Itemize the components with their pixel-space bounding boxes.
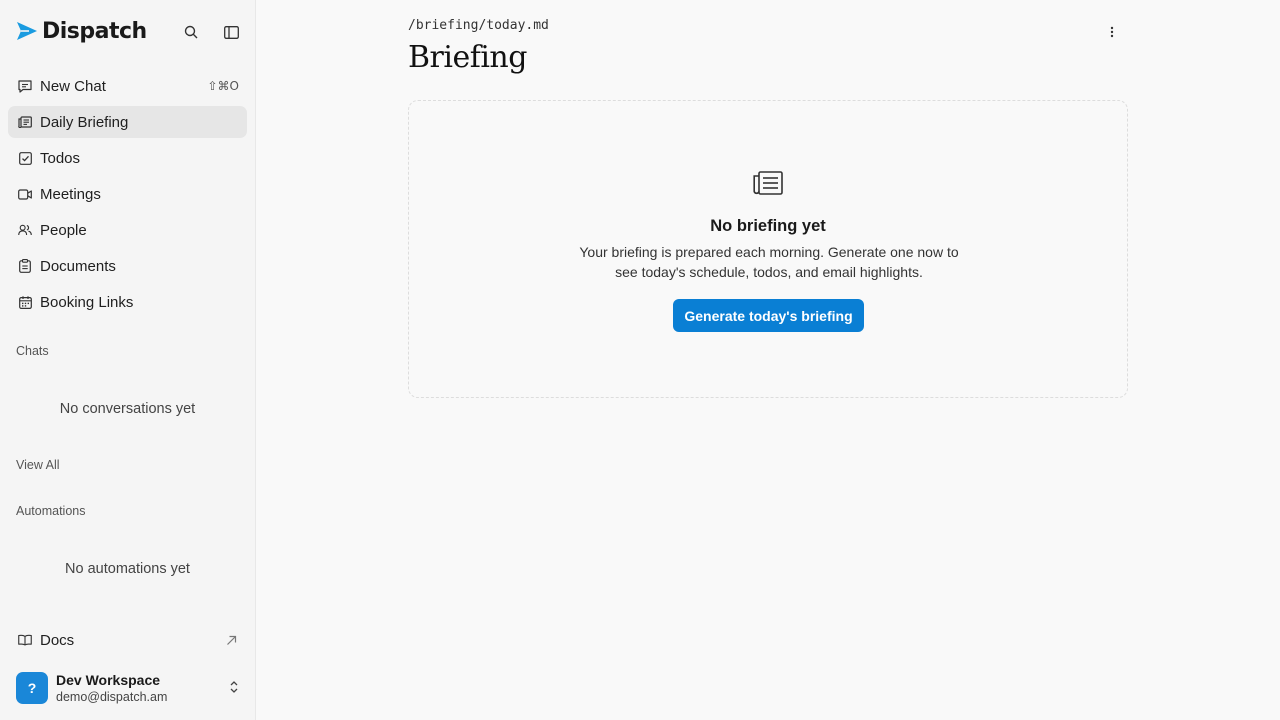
sidebar-toggle-icon[interactable] [221, 22, 241, 42]
more-options-icon[interactable] [1104, 24, 1120, 40]
workspace-name: Dev Workspace [56, 671, 161, 688]
people-icon [18, 223, 32, 237]
sidebar-item-meetings[interactable]: Meetings [8, 178, 247, 210]
automations-empty-message: No automations yet [65, 561, 190, 577]
sidebar-item-documents[interactable]: Documents [8, 250, 247, 282]
chats-section-label: Chats [16, 344, 49, 358]
workspace-switcher[interactable]: ? Dev Workspace demo@dispatch.am [16, 671, 247, 705]
external-link-icon [226, 633, 237, 651]
sidebar-item-daily-briefing[interactable]: Daily Briefing [8, 106, 247, 138]
sidebar-item-label: Booking Links [40, 293, 134, 311]
new-chat-shortcut: ⇧⌘O [207, 79, 240, 93]
calendar-icon [18, 295, 32, 309]
sidebar-item-booking-links[interactable]: Booking Links [8, 286, 247, 318]
sidebar-item-docs[interactable]: Docs [8, 626, 247, 654]
sidebar-item-new-chat[interactable]: New Chat ⇧⌘O [8, 70, 247, 102]
brand-logo[interactable]: Dispatch [16, 16, 147, 46]
sidebar-item-label: Meetings [40, 185, 101, 203]
sidebar-item-todos[interactable]: Todos [8, 142, 247, 174]
empty-state-description: Your briefing is prepared each morning. … [579, 244, 959, 280]
sidebar-item-label: Daily Briefing [40, 113, 129, 131]
generate-briefing-button[interactable]: Generate today's briefing [673, 299, 864, 332]
empty-state-heading: No briefing yet [710, 217, 826, 235]
book-icon [18, 633, 32, 647]
sidebar-item-label: Documents [40, 257, 116, 275]
sidebar-item-people[interactable]: People [8, 214, 247, 246]
checkbox-icon [18, 151, 32, 165]
view-all-link[interactable]: View All [16, 458, 60, 472]
automations-section-label: Automations [16, 504, 86, 518]
sidebar-item-label: People [40, 221, 87, 239]
page-title: Briefing [408, 40, 527, 75]
empty-briefing-card: No briefing yet Your briefing is prepare… [408, 100, 1128, 398]
video-icon [18, 187, 32, 201]
workspace-avatar: ? [16, 672, 48, 704]
docs-label: Docs [40, 631, 75, 649]
sidebar-nav: New Chat ⇧⌘O Daily Briefing Todos Meetin… [8, 70, 247, 322]
brand-name: Dispatch [42, 18, 147, 44]
chat-icon [18, 79, 32, 93]
workspace-email: demo@dispatch.am [56, 689, 168, 704]
sidebar-item-label: Todos [40, 149, 81, 167]
chevron-up-down-icon [229, 679, 239, 700]
sidebar-item-label: New Chat [40, 77, 106, 95]
sidebar: Dispatch New Chat ⇧⌘O Daily Briefing Tod… [0, 0, 256, 720]
newspaper-icon [18, 115, 32, 129]
clipboard-icon [18, 259, 32, 273]
newspaper-icon [753, 171, 783, 200]
file-path: /briefing/today.md [408, 18, 549, 33]
search-icon[interactable] [181, 22, 201, 42]
chats-empty-message: No conversations yet [59, 401, 196, 417]
paper-plane-icon [17, 22, 37, 40]
